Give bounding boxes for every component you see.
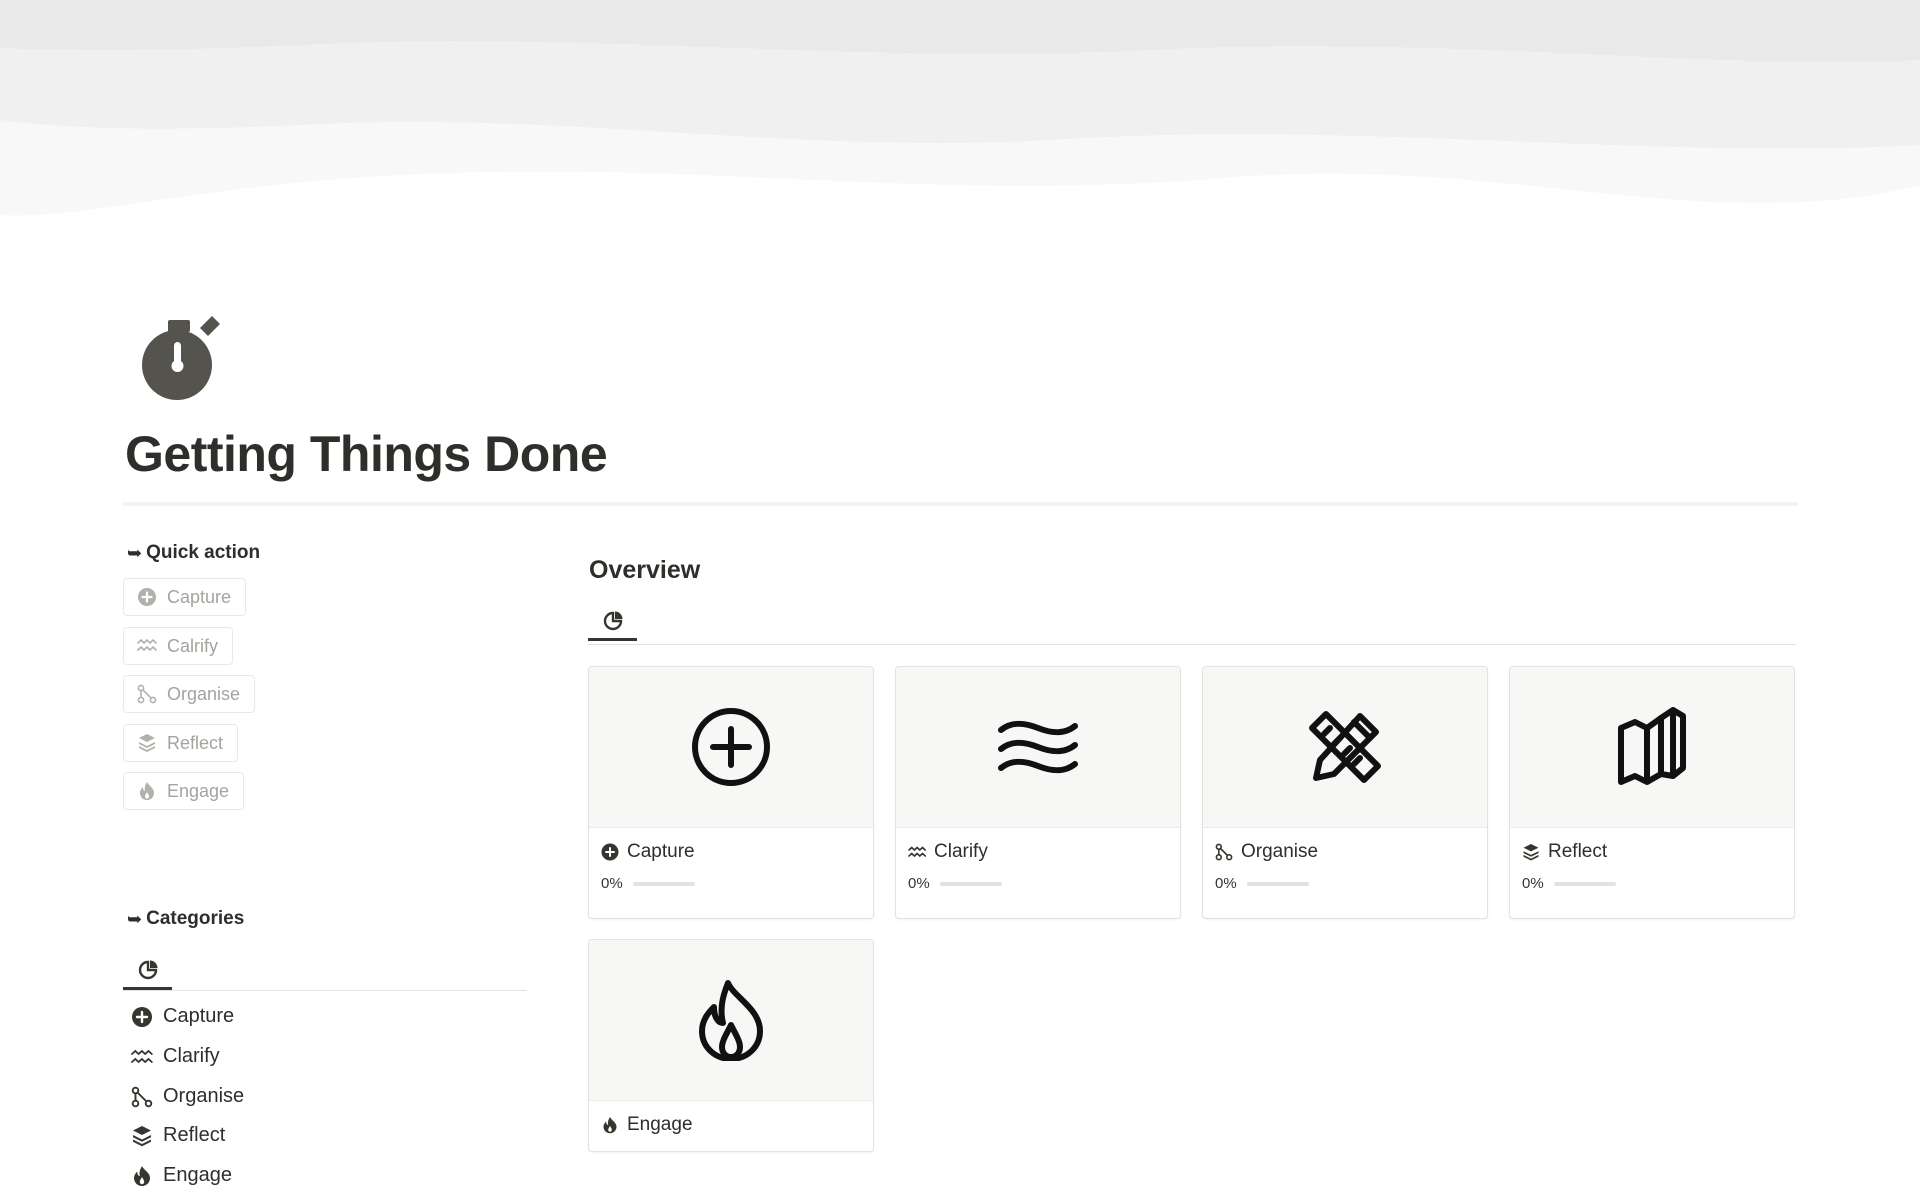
tab-divider <box>588 644 1796 645</box>
category-item-reflect[interactable]: Reflect <box>131 1124 225 1147</box>
flame-icon <box>134 1165 150 1186</box>
quick-action-heading-label: Quick action <box>146 542 261 563</box>
card-preview <box>1203 667 1487 828</box>
page-title: Getting Things Done <box>125 426 608 482</box>
quick-capture-label: Capture <box>167 586 232 607</box>
card-preview <box>589 940 873 1101</box>
stopwatch-icon <box>142 316 220 400</box>
card-organise[interactable]: Organise 0% <box>1202 666 1488 919</box>
card-title: Clarify <box>896 828 1180 863</box>
divider <box>123 502 1798 506</box>
tab-divider <box>123 990 527 991</box>
flame-icon <box>699 980 763 1061</box>
card-progress: 0% <box>589 863 873 892</box>
card-progress: 0% <box>1510 863 1794 892</box>
card-preview <box>896 667 1180 828</box>
card-title-label: Capture <box>627 841 695 862</box>
plus-circle-icon <box>132 1006 152 1027</box>
share-nodes-icon <box>131 1086 153 1107</box>
share-nodes-icon <box>1215 843 1233 861</box>
categories-heading-label: Categories <box>146 908 245 929</box>
card-title-label: Clarify <box>934 841 988 862</box>
quick-clarify-label: Calrify <box>167 635 219 656</box>
flame-icon <box>140 782 154 800</box>
waves-icon <box>137 638 157 652</box>
plus-circle-icon <box>692 708 770 786</box>
card-title-label: Organise <box>1241 841 1319 862</box>
quick-engage-label: Engage <box>167 780 230 801</box>
card-clarify[interactable]: Clarify 0% <box>895 666 1181 919</box>
category-label: Organise <box>163 1085 245 1107</box>
waves-icon <box>998 720 1078 774</box>
progress-bar <box>1553 881 1616 886</box>
flame-icon <box>603 1117 617 1134</box>
category-item-clarify[interactable]: Clarify <box>131 1045 220 1068</box>
categories-view-tab[interactable] <box>123 952 172 990</box>
quick-clarify-button[interactable]: Calrify <box>123 627 234 665</box>
card-title: Capture <box>589 828 873 863</box>
card-title: Engage <box>589 1101 873 1136</box>
progress-label: 0% <box>1522 875 1544 892</box>
chart-pie-icon <box>603 611 622 631</box>
card-capture[interactable]: Capture 0% <box>588 666 874 919</box>
card-title: Organise <box>1203 828 1487 863</box>
category-label: Engage <box>163 1164 232 1186</box>
quick-organise-button[interactable]: Organise <box>123 675 256 713</box>
progress-bar <box>1246 881 1309 886</box>
waves-icon <box>131 1049 153 1063</box>
arrow-icon: ➥ <box>127 542 143 563</box>
cover-image <box>0 0 1920 245</box>
arrow-icon: ➥ <box>127 908 143 929</box>
quick-engage-button[interactable]: Engage <box>123 772 245 810</box>
plus-circle-icon <box>601 843 619 861</box>
progress-label: 0% <box>908 875 930 892</box>
category-label: Reflect <box>163 1124 226 1146</box>
progress-bar <box>632 881 695 886</box>
tab-underline <box>588 638 637 641</box>
books-icon <box>1618 707 1686 785</box>
quick-capture-button[interactable]: Capture <box>123 578 247 616</box>
card-progress: 0% <box>896 863 1180 892</box>
pencil-ruler-icon <box>1309 711 1381 783</box>
share-nodes-icon <box>137 684 157 704</box>
chart-pie-icon <box>138 960 157 980</box>
card-title-label: Engage <box>627 1114 693 1135</box>
stack-icon <box>1523 844 1539 861</box>
card-title-label: Reflect <box>1548 841 1608 862</box>
progress-bar <box>939 881 1002 886</box>
stack-icon <box>133 1125 151 1146</box>
category-item-capture[interactable]: Capture <box>131 1005 234 1028</box>
card-title: Reflect <box>1510 828 1794 863</box>
card-preview <box>589 667 873 828</box>
category-item-organise[interactable]: Organise <box>131 1085 244 1108</box>
quick-action-heading: ➥ Quick action <box>127 542 260 564</box>
card-preview <box>1510 667 1794 828</box>
card-engage[interactable]: Engage <box>588 939 874 1152</box>
overview-title: Overview <box>589 556 701 584</box>
stack-icon <box>139 734 155 752</box>
quick-reflect-label: Reflect <box>167 732 224 753</box>
plus-circle-icon <box>138 588 156 606</box>
card-reflect[interactable]: Reflect 0% <box>1509 666 1795 919</box>
category-item-engage[interactable]: Engage <box>131 1164 232 1187</box>
category-label: Clarify <box>163 1045 220 1067</box>
card-progress: 0% <box>1203 863 1487 892</box>
quick-organise-label: Organise <box>167 683 241 704</box>
progress-label: 0% <box>1215 875 1237 892</box>
waves-icon <box>908 846 926 858</box>
progress-label: 0% <box>601 875 623 892</box>
category-label: Capture <box>163 1005 235 1027</box>
quick-reflect-button[interactable]: Reflect <box>123 724 239 762</box>
overview-view-tab[interactable] <box>588 603 637 641</box>
categories-heading: ➥ Categories <box>127 908 244 930</box>
